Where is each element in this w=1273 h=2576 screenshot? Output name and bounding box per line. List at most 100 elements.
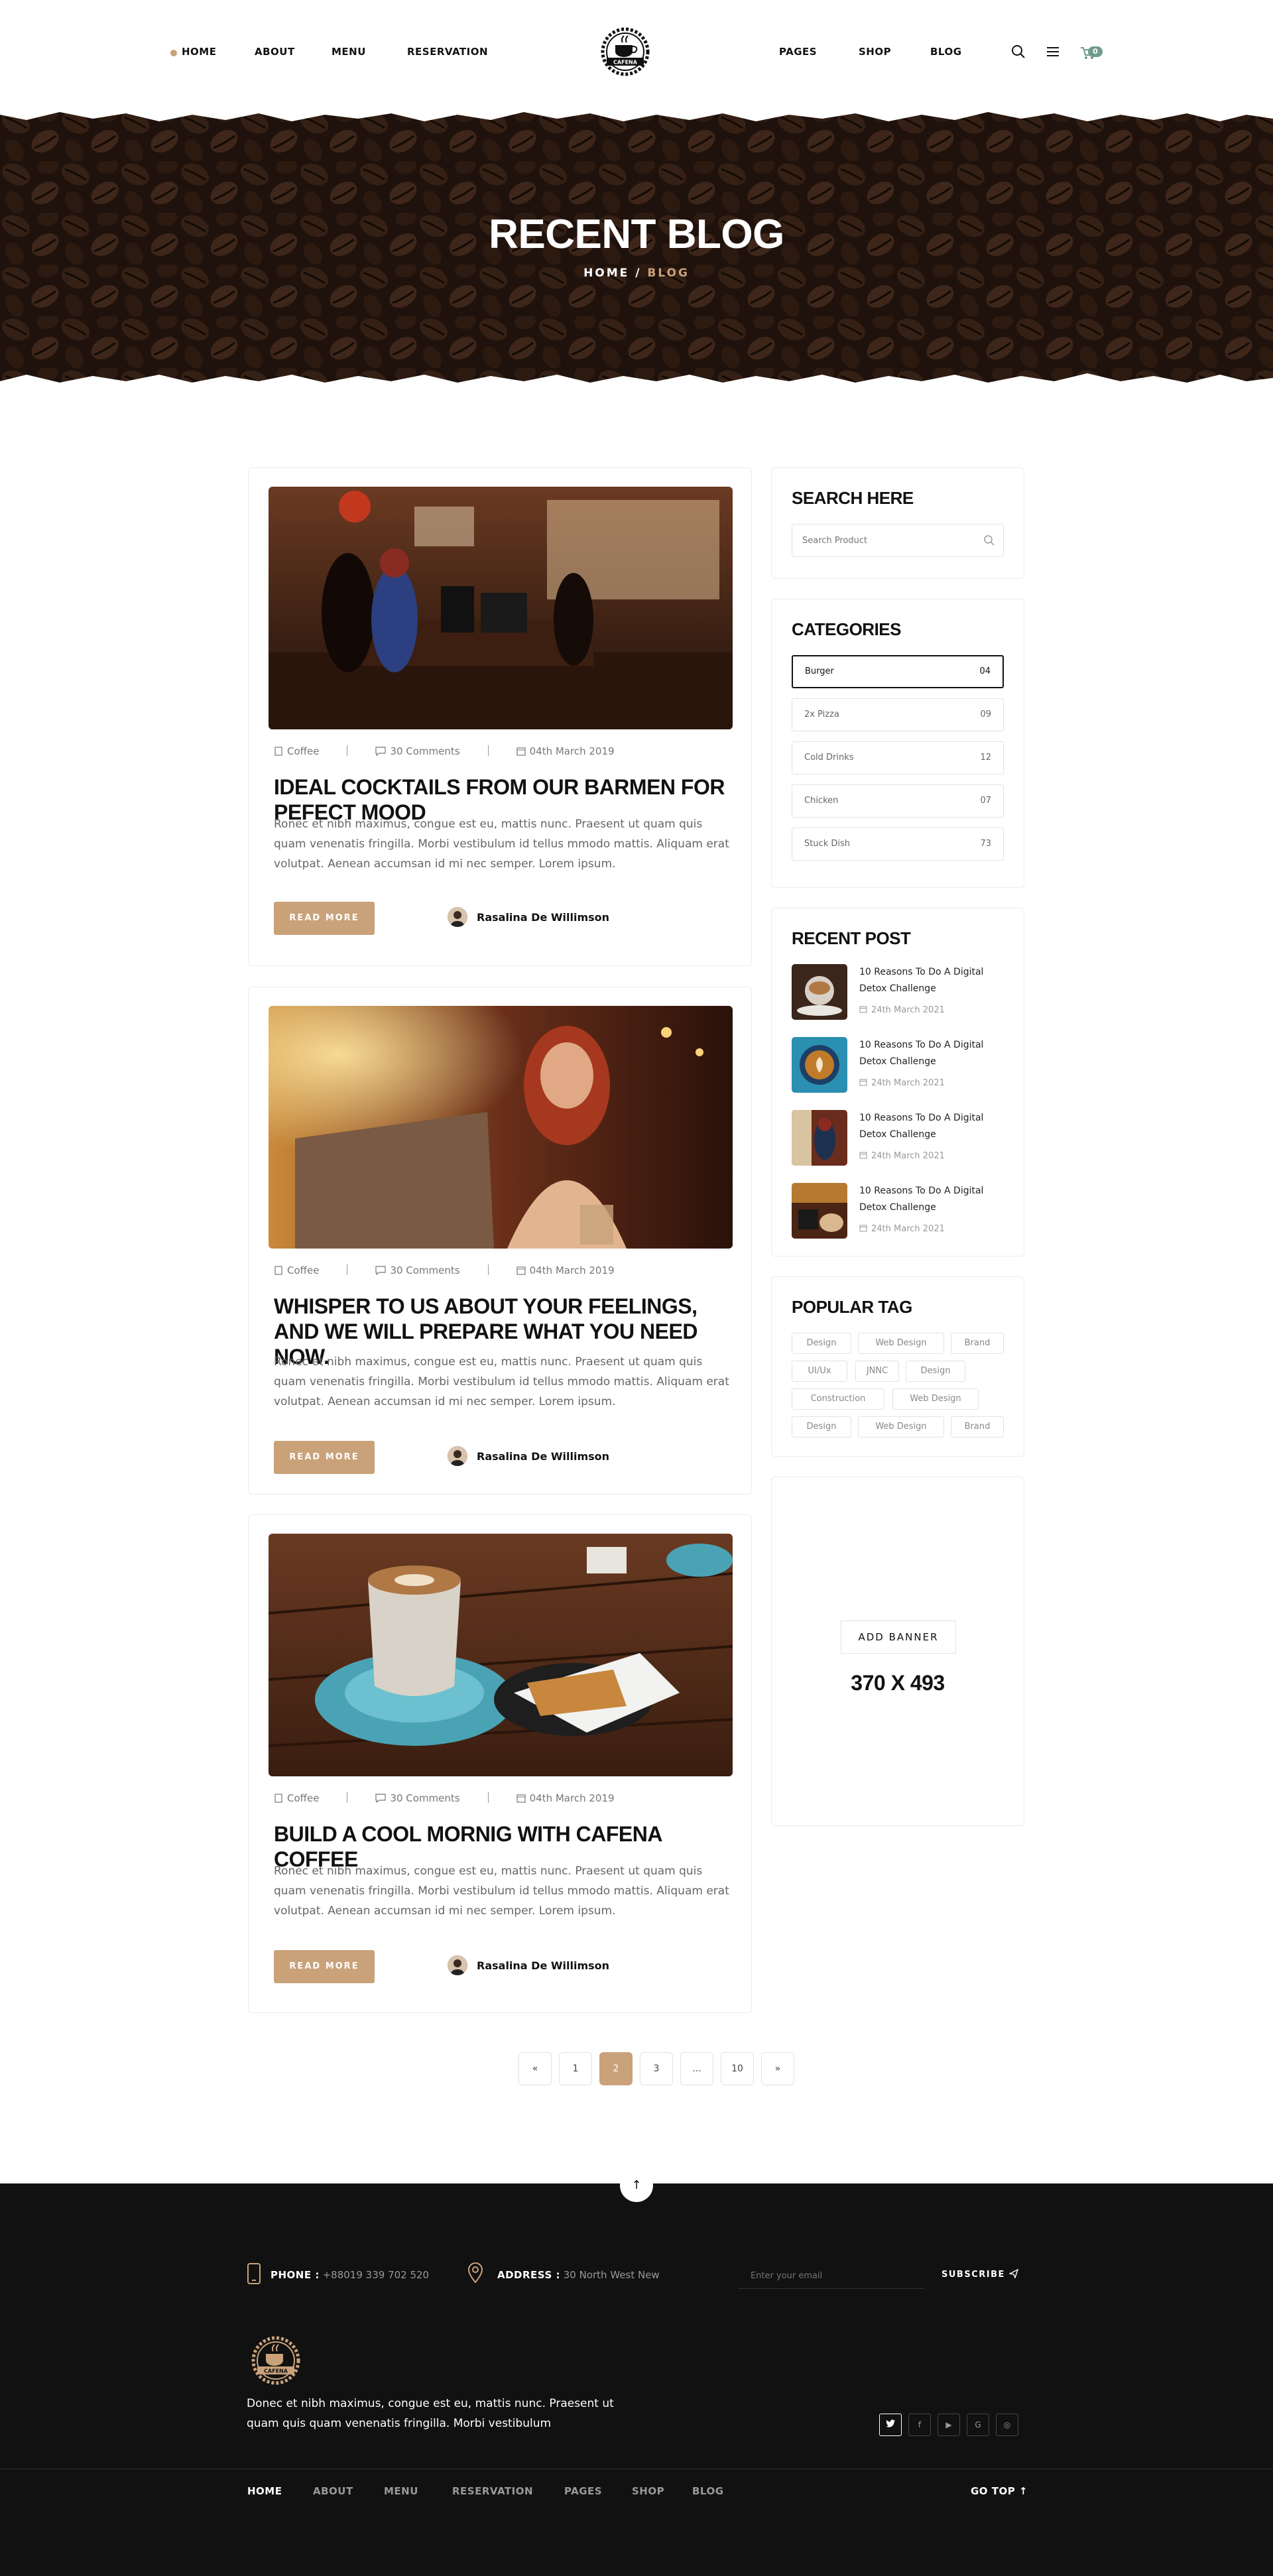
add-banner-button[interactable]: ADD BANNER xyxy=(841,1621,956,1654)
subscribe-button[interactable]: SUBSCRIBE xyxy=(941,2268,1019,2280)
footer-nav-shop[interactable]: Shop xyxy=(632,2485,664,2497)
recent-post-title[interactable]: 10 Reasons To Do A Digital Detox Challen… xyxy=(859,1110,1005,1143)
author-name[interactable]: Rasalina De Willimson xyxy=(477,1450,609,1463)
pagination-page-1[interactable]: 1 xyxy=(559,2052,592,2085)
ad-banner-widget: ADD BANNER 370 x 493 xyxy=(771,1477,1024,1826)
tag-item[interactable]: Design xyxy=(792,1416,851,1438)
category-item-burger[interactable]: Burger 04 xyxy=(792,655,1004,688)
tag-item[interactable]: Design xyxy=(792,1333,851,1354)
page-title: Recent Blog xyxy=(489,212,784,257)
tag-item[interactable]: Construction xyxy=(792,1388,884,1410)
nav-about[interactable]: About xyxy=(255,46,295,58)
nav-menu[interactable]: Menu xyxy=(332,46,366,58)
popular-tags-widget: Popular Tag Design Web Design Brand UI/U… xyxy=(771,1276,1024,1457)
recent-post-title[interactable]: 10 Reasons To Do A Digital Detox Challen… xyxy=(859,1037,1005,1070)
pagination-next[interactable]: » xyxy=(761,2052,794,2085)
site-logo[interactable]: CAFENA xyxy=(593,25,657,78)
instagram-icon[interactable]: ◎ xyxy=(996,2414,1018,2436)
recent-posts-widget: Recent Post 10 Reasons To Do A Digital D… xyxy=(771,908,1024,1257)
breadcrumb-home[interactable]: HOME xyxy=(583,267,629,280)
category-name: Chicken xyxy=(804,796,839,806)
category-item-cold-drinks[interactable]: Cold Drinks 12 xyxy=(792,741,1004,774)
phone-number[interactable]: +88019 339 702 520 xyxy=(323,2269,429,2281)
post-comments[interactable]: 30 Comments xyxy=(390,745,459,757)
recent-post-item[interactable]: 10 Reasons To Do A Digital Detox Challen… xyxy=(792,964,1010,1020)
category-item-pizza[interactable]: 2x Pizza 09 xyxy=(792,698,1004,731)
widget-title: Recent Post xyxy=(792,928,911,948)
tag-item[interactable]: Web Design xyxy=(858,1333,944,1354)
post-author: Rasalina De Willimson xyxy=(448,1446,609,1466)
nav-shop[interactable]: Shop xyxy=(859,46,891,58)
post-category[interactable]: Coffee xyxy=(287,745,319,757)
post-image-latte-cake[interactable] xyxy=(269,1534,733,1776)
category-item-stuck-dish[interactable]: Stuck Dish 73 xyxy=(792,828,1004,861)
recent-post-item[interactable]: 10 Reasons To Do A Digital Detox Challen… xyxy=(792,1037,1010,1093)
category-count: 09 xyxy=(980,709,991,719)
read-more-button[interactable]: Read More xyxy=(274,1441,375,1474)
pagination-page-10[interactable]: 10 xyxy=(721,2052,754,2085)
read-more-button[interactable]: Read More xyxy=(274,902,375,935)
search-input[interactable] xyxy=(792,524,971,556)
post-image-bar-interior[interactable] xyxy=(269,487,733,729)
recent-post-thumbnail[interactable] xyxy=(792,964,847,1020)
pagination-page-2-active[interactable]: 2 xyxy=(599,2052,633,2085)
newsletter-email-input[interactable] xyxy=(739,2264,924,2289)
tag-item[interactable]: Web Design xyxy=(892,1388,979,1410)
recent-post-thumbnail[interactable] xyxy=(792,1037,847,1093)
category-name: Burger xyxy=(805,666,834,676)
blog-post-card: Coffee 30 Comments 04th March 2019 Ideal c… xyxy=(248,467,752,966)
footer-nav-blog[interactable]: Blog xyxy=(692,2485,724,2497)
youtube-icon[interactable]: ▶ xyxy=(938,2414,960,2436)
post-comments[interactable]: 30 Comments xyxy=(390,1792,459,1804)
recent-post-title[interactable]: 10 Reasons To Do A Digital Detox Challen… xyxy=(859,1183,1005,1216)
breadcrumb: HOME / BLOG xyxy=(0,267,1273,280)
nav-reservation[interactable]: Reservation xyxy=(407,46,488,58)
post-category[interactable]: Coffee xyxy=(287,1264,319,1276)
scroll-top-arrow-icon[interactable]: ↑ xyxy=(620,2169,653,2202)
comment-icon xyxy=(375,1794,387,1804)
author-name[interactable]: Rasalina De Willimson xyxy=(477,1959,609,1972)
recent-post-title[interactable]: 10 Reasons To Do A Digital Detox Challen… xyxy=(859,964,1005,997)
facebook-icon[interactable]: f xyxy=(908,2414,931,2436)
post-author: Rasalina De Willimson xyxy=(448,907,609,927)
nav-blog[interactable]: Blog xyxy=(930,46,962,58)
category-count: 12 xyxy=(980,753,991,763)
author-name[interactable]: Rasalina De Willimson xyxy=(477,911,609,924)
menu-icon[interactable] xyxy=(1045,44,1061,62)
tag-item[interactable]: Design xyxy=(906,1361,965,1382)
google-icon[interactable]: G xyxy=(967,2414,989,2436)
footer-nav-home[interactable]: Home xyxy=(247,2485,282,2497)
pagination-prev[interactable]: « xyxy=(518,2052,552,2085)
footer-nav-pages[interactable]: Pages xyxy=(564,2485,602,2497)
tag-item[interactable]: Web Design xyxy=(858,1416,944,1438)
search-icon[interactable] xyxy=(1010,44,1026,62)
twitter-icon[interactable] xyxy=(879,2414,902,2436)
footer-nav-menu[interactable]: Menu xyxy=(384,2485,418,2497)
tag-item[interactable]: UI/Ux xyxy=(792,1361,847,1382)
recent-post-item[interactable]: 10 Reasons To Do A Digital Detox Challen… xyxy=(792,1183,1010,1239)
post-category[interactable]: Coffee xyxy=(287,1792,319,1804)
post-image-woman-laptop[interactable] xyxy=(269,1006,733,1249)
nav-pages[interactable]: Pages xyxy=(779,46,817,58)
search-icon[interactable] xyxy=(983,534,995,549)
footer-nav-about[interactable]: About xyxy=(313,2485,353,2497)
go-top-link[interactable]: Go Top ↑ xyxy=(971,2485,1028,2497)
footer-logo[interactable]: CAFENA xyxy=(244,2334,308,2387)
recent-post-item[interactable]: 10 Reasons To Do A Digital Detox Challen… xyxy=(792,1110,1010,1166)
footer-nav-reservation[interactable]: Reservation xyxy=(452,2485,533,2497)
category-item-chicken[interactable]: Chicken 07 xyxy=(792,784,1004,818)
nav-home[interactable]: Home xyxy=(182,46,216,58)
tag-item[interactable]: JNNC xyxy=(855,1361,899,1382)
category-name: 2x Pizza xyxy=(804,709,839,719)
recent-post-thumbnail[interactable] xyxy=(792,1110,847,1166)
widget-title: Popular Tag xyxy=(792,1297,912,1317)
read-more-button[interactable]: Read More xyxy=(274,1950,375,1983)
footer-phone: PHONE : +88019 339 702 520 xyxy=(271,2269,430,2281)
pagination-page-3[interactable]: 3 xyxy=(640,2052,673,2085)
post-comments[interactable]: 30 Comments xyxy=(390,1264,459,1276)
site-header: Home About Menu Reservation CAFENA Pages… xyxy=(0,0,1273,113)
recent-post-thumbnail[interactable] xyxy=(792,1183,847,1239)
category-count: 73 xyxy=(980,839,991,849)
tag-item[interactable]: Brand xyxy=(951,1333,1004,1354)
tag-item[interactable]: Brand xyxy=(951,1416,1004,1438)
